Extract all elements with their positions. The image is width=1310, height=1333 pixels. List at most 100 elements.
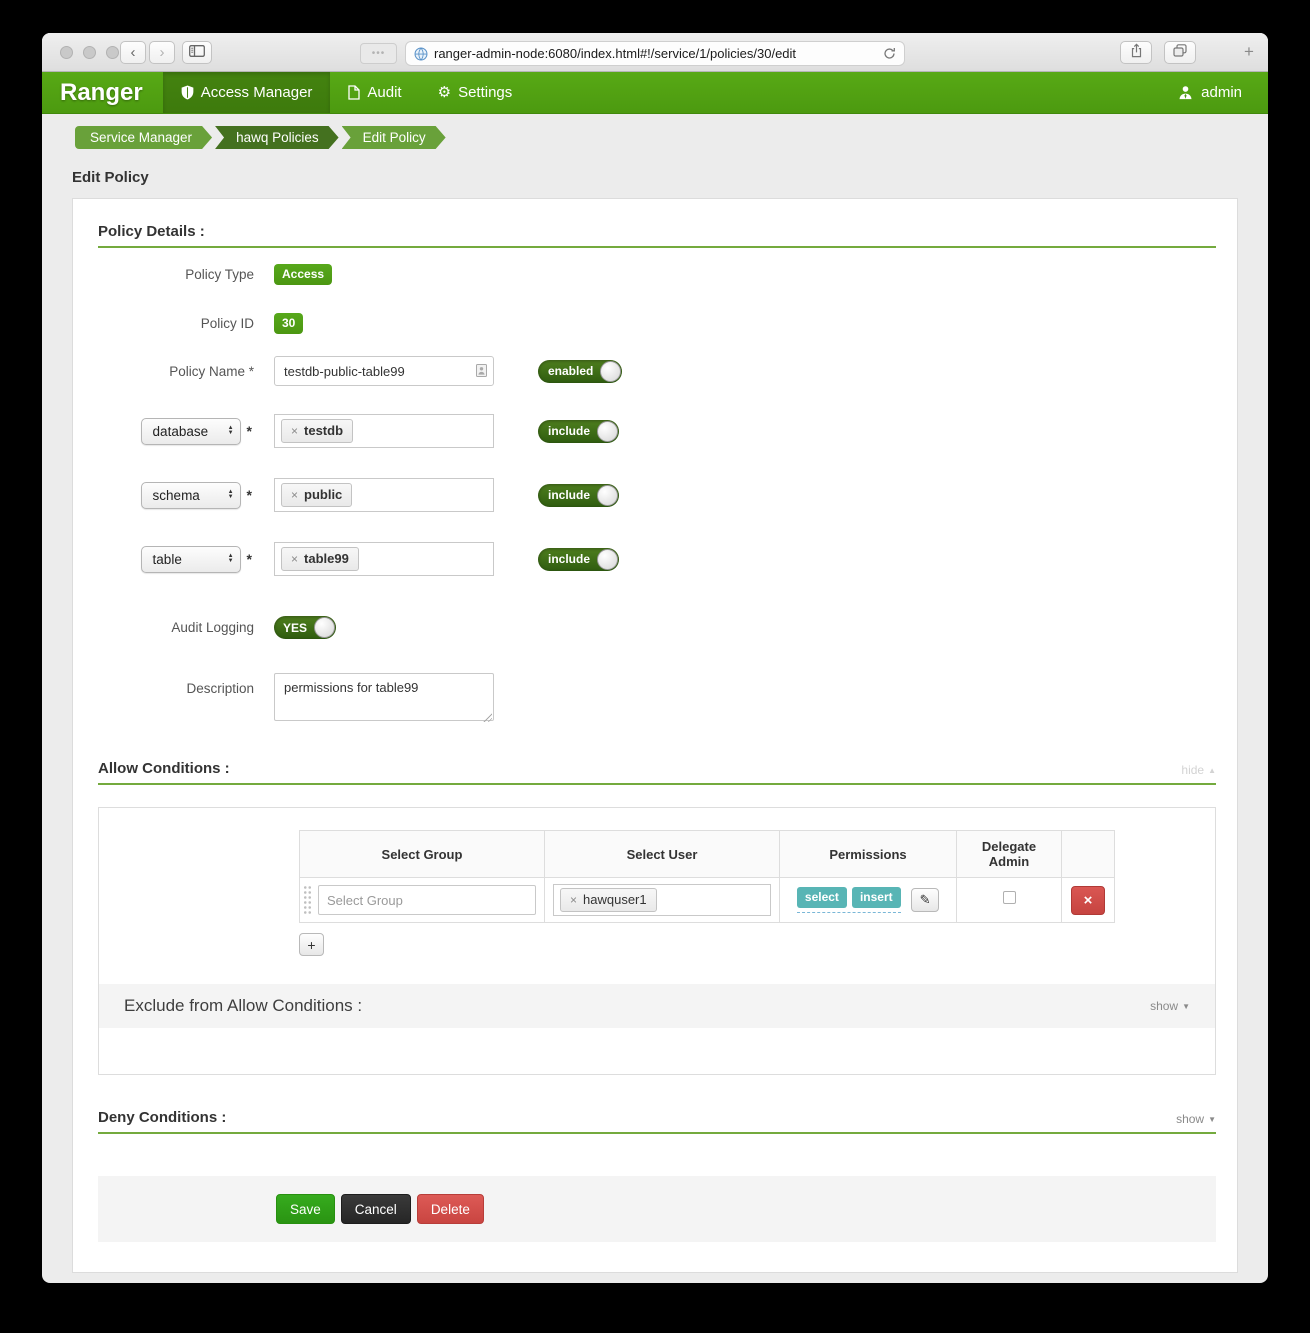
user-menu[interactable]: admin xyxy=(1178,72,1268,113)
remove-tag-icon[interactable]: × xyxy=(291,425,298,437)
select-arrows-icon: ▲▼ xyxy=(228,554,234,564)
permission-select-badge: select xyxy=(797,887,847,908)
toggle-label: include xyxy=(548,424,590,438)
caret-down-icon: ▼ xyxy=(1182,1002,1190,1011)
schema-include-toggle[interactable]: include xyxy=(538,484,619,507)
edit-policy-form: Policy Details : Policy Type Access Poli… xyxy=(72,198,1238,1273)
zoom-window-button[interactable] xyxy=(106,46,119,59)
close-window-button[interactable] xyxy=(60,46,73,59)
toggle-knob xyxy=(597,485,618,506)
address-bar[interactable]: ranger-admin-node:6080/index.html#!/serv… xyxy=(405,41,905,66)
resource-table-row: table ▲▼ * × table99 include xyxy=(98,542,1216,576)
collapse-label: show xyxy=(1176,1112,1204,1126)
policy-name-row: Policy Name * enabled xyxy=(98,356,1216,386)
tag-label: testdb xyxy=(304,423,343,438)
caret-down-icon: ▼ xyxy=(1208,1115,1216,1124)
ranger-logo[interactable]: Ranger xyxy=(42,72,163,113)
edit-permissions-button[interactable]: ✎ xyxy=(911,888,939,912)
back-button[interactable]: ‹ xyxy=(120,41,146,64)
deny-conditions-collapse[interactable]: show ▼ xyxy=(1176,1112,1216,1126)
delete-button[interactable]: Delete xyxy=(417,1194,484,1224)
allow-conditions-collapse[interactable]: hide ▲ xyxy=(1181,763,1216,777)
collapse-label: hide xyxy=(1181,763,1204,777)
breadcrumb-hawq-policies[interactable]: hawq Policies xyxy=(215,126,339,149)
select-value: table xyxy=(153,552,182,567)
tab-overview-button[interactable] xyxy=(1164,41,1196,64)
tag-label: table99 xyxy=(304,551,349,566)
nav-settings[interactable]: ⚙ Settings xyxy=(420,72,531,113)
plus-icon: + xyxy=(1244,42,1254,61)
delete-row-button[interactable]: × xyxy=(1071,886,1105,915)
remove-tag-icon[interactable]: × xyxy=(291,553,298,565)
tabs-icon xyxy=(1173,44,1187,61)
table-row: × hawquser1 select insert xyxy=(300,878,1115,923)
policy-name-label: Policy Name * xyxy=(98,364,274,379)
schema-tag: × public xyxy=(281,483,352,507)
allow-conditions-title: Allow Conditions : xyxy=(98,760,230,777)
delegate-admin-checkbox[interactable] xyxy=(1003,891,1016,904)
description-textarea[interactable]: permissions for table99 xyxy=(274,673,494,721)
permission-insert-badge: insert xyxy=(852,887,901,908)
breadcrumb-service-manager[interactable]: Service Manager xyxy=(75,126,212,149)
desktop-background: ‹ › ••• ranger-admin-node:6080/index.htm… xyxy=(0,0,1310,1333)
reading-list-button[interactable]: ••• xyxy=(360,43,397,64)
sidebar-button[interactable] xyxy=(182,41,212,64)
policy-enabled-toggle[interactable]: enabled xyxy=(538,360,622,383)
resource-type-select-table[interactable]: table ▲▼ xyxy=(141,546,241,573)
policy-type-badge: Access xyxy=(274,264,332,285)
exclude-allow-collapse[interactable]: show ▼ xyxy=(1150,999,1190,1013)
table-value-input[interactable]: × table99 xyxy=(274,542,494,576)
toggle-label: include xyxy=(548,552,590,566)
toggle-knob xyxy=(600,361,621,382)
resource-type-select-database[interactable]: database ▲▼ xyxy=(141,418,241,445)
collapse-label: show xyxy=(1150,999,1178,1013)
policy-type-label: Policy Type xyxy=(98,267,274,282)
new-tab-button[interactable]: + xyxy=(1238,41,1260,64)
back-icon: ‹ xyxy=(131,44,136,61)
table-include-toggle[interactable]: include xyxy=(538,548,619,571)
database-include-toggle[interactable]: include xyxy=(538,420,619,443)
forward-button[interactable]: › xyxy=(149,41,175,64)
url-text: ranger-admin-node:6080/index.html#!/serv… xyxy=(434,46,877,61)
resource-database-row: database ▲▼ * × testdb include xyxy=(98,414,1216,448)
column-header-select-group: Select Group xyxy=(300,831,545,878)
select-value: database xyxy=(153,424,209,439)
audit-logging-toggle[interactable]: YES xyxy=(274,616,336,639)
minimize-window-button[interactable] xyxy=(83,46,96,59)
policy-name-input[interactable] xyxy=(274,356,494,386)
drag-handle[interactable] xyxy=(303,885,312,915)
permissions-badges[interactable]: select insert xyxy=(797,887,901,913)
select-user-input[interactable]: × hawquser1 xyxy=(553,884,771,916)
browser-window: ‹ › ••• ranger-admin-node:6080/index.htm… xyxy=(42,33,1268,1283)
schema-value-input[interactable]: × public xyxy=(274,478,494,512)
resource-type-select-schema[interactable]: schema ▲▼ xyxy=(141,482,241,509)
tag-label: hawquser1 xyxy=(583,892,647,907)
add-condition-button[interactable]: + xyxy=(299,933,324,956)
nav-access-manager[interactable]: Access Manager xyxy=(163,72,331,113)
deny-conditions-header: Deny Conditions : show ▼ xyxy=(98,1109,1216,1134)
sidebar-icon xyxy=(189,44,205,61)
required-asterisk: * xyxy=(247,551,252,567)
caret-up-icon: ▲ xyxy=(1208,766,1216,775)
remove-tag-icon[interactable]: × xyxy=(291,489,298,501)
policy-id-badge: 30 xyxy=(274,313,303,334)
allow-conditions-panel: Select Group Select User Permissions Del… xyxy=(98,807,1216,1075)
save-button[interactable]: Save xyxy=(276,1194,335,1224)
breadcrumb-edit-policy[interactable]: Edit Policy xyxy=(342,126,446,149)
reload-icon[interactable] xyxy=(883,47,896,60)
database-value-input[interactable]: × testdb xyxy=(274,414,494,448)
allow-conditions-header: Allow Conditions : hide ▲ xyxy=(98,760,1216,785)
remove-tag-icon[interactable]: × xyxy=(570,894,577,906)
policy-id-row: Policy ID 30 xyxy=(98,313,1216,334)
policy-type-row: Policy Type Access xyxy=(98,264,1216,285)
exclude-allow-title: Exclude from Allow Conditions : xyxy=(124,996,362,1016)
document-icon xyxy=(348,85,360,100)
share-button[interactable] xyxy=(1120,41,1152,64)
policy-details-header: Policy Details : xyxy=(98,223,1216,248)
cancel-button[interactable]: Cancel xyxy=(341,1194,411,1224)
select-group-input[interactable] xyxy=(318,885,536,915)
nav-tab-label: Audit xyxy=(367,84,401,101)
nav-tab-label: Settings xyxy=(458,84,512,101)
column-header-actions xyxy=(1062,831,1115,878)
nav-audit[interactable]: Audit xyxy=(330,72,419,113)
